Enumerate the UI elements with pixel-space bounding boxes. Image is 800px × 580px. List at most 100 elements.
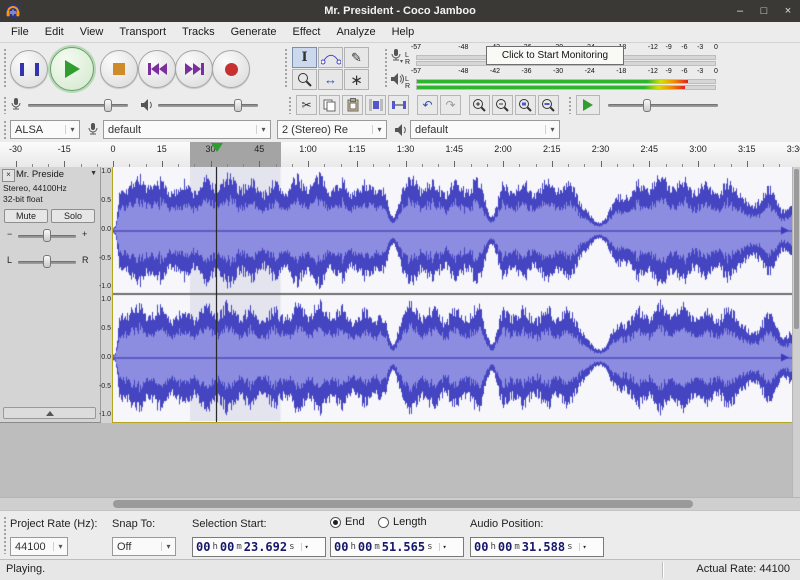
track-menu-arrow-icon[interactable]: ▼ [90, 170, 97, 177]
menu-edit[interactable]: Edit [37, 24, 72, 40]
length-radio-group[interactable]: Length [378, 516, 427, 528]
time-format-arrow-icon[interactable]: ▾ [579, 543, 587, 551]
record-volume-knob[interactable] [104, 99, 112, 112]
selection-end-timebox[interactable]: 00h 00m 51.565s ▾ [330, 537, 464, 557]
track-collapse-button[interactable] [3, 407, 96, 419]
play-speed-slider[interactable] [608, 104, 718, 107]
menu-view[interactable]: View [72, 24, 112, 40]
recording-meter[interactable]: L R -57-48-42-36-30-24-18-12-9-6-30 Clic… [390, 44, 742, 67]
zoom-out-button[interactable] [492, 95, 513, 115]
stereo-waveform[interactable] [113, 167, 792, 421]
menu-generate[interactable]: Generate [223, 24, 285, 40]
input-channels-select[interactable]: 2 (Stereo) Re ▾ [277, 120, 387, 139]
menu-effect[interactable]: Effect [285, 24, 329, 40]
copy-button[interactable] [319, 95, 340, 115]
horizontal-scrollbar-thumb[interactable] [113, 500, 693, 508]
end-radio-group[interactable]: End [330, 516, 365, 528]
timeline-tick-label: 2:30 [592, 144, 610, 154]
fit-selection-button[interactable] [515, 95, 536, 115]
tools-toolbar-grip[interactable] [284, 48, 288, 88]
trim-audio-button[interactable] [365, 95, 386, 115]
time-format-arrow-icon[interactable]: ▾ [439, 543, 447, 551]
transport-toolbar-grip[interactable] [3, 48, 7, 88]
menu-analyze[interactable]: Analyze [328, 24, 383, 40]
multi-tool-button[interactable]: ∗ [344, 69, 369, 90]
pan-right-label: R [82, 255, 89, 265]
audio-position-timebox[interactable]: 00h 00m 31.588s ▾ [470, 537, 604, 557]
skip-to-start-button[interactable] [138, 50, 176, 88]
playhead-triangle-icon[interactable] [211, 143, 223, 152]
horizontal-scrollbar[interactable] [0, 497, 800, 510]
pan-knob[interactable] [43, 255, 51, 268]
cut-button[interactable]: ✂ [296, 95, 317, 115]
menu-file[interactable]: File [3, 24, 37, 40]
playback-volume-slider[interactable] [158, 104, 258, 107]
input-device-select[interactable]: default ▾ [103, 120, 271, 139]
sel-end-minutes: 00 [358, 540, 372, 554]
paste-button[interactable] [342, 95, 363, 115]
meter-toolbar-grip[interactable] [384, 48, 388, 88]
gain-knob[interactable] [43, 229, 51, 242]
close-button[interactable]: × [776, 0, 800, 22]
timeline-tick [292, 164, 293, 167]
play-at-speed-button[interactable] [576, 95, 600, 115]
draw-tool-button[interactable]: ✎ [344, 47, 369, 68]
time-format-arrow-icon[interactable]: ▾ [301, 543, 309, 551]
redo-button[interactable]: ↷ [440, 95, 461, 115]
sel-start-seconds: 23.692 [244, 540, 287, 554]
track-title[interactable]: Mr. Preside [16, 169, 84, 180]
playback-meter[interactable]: L R -57-48-42-36-30-24-18-12-9-6-30 [390, 68, 742, 91]
selection-toolbar-grip[interactable] [3, 516, 7, 554]
timeshift-tool-button[interactable]: ↔ [318, 69, 343, 90]
monitoring-tooltip[interactable]: Click to Start Monitoring [486, 46, 624, 65]
fit-project-button[interactable] [538, 95, 559, 115]
vertical-scrollbar[interactable] [792, 167, 800, 497]
end-radio[interactable] [330, 517, 341, 528]
mute-button[interactable]: Mute [4, 209, 48, 223]
envelope-tool-button[interactable] [318, 47, 343, 68]
record-button[interactable] [212, 50, 250, 88]
ibeam-icon: I [301, 50, 307, 65]
menu-transport[interactable]: Transport [111, 24, 174, 40]
device-toolbar-grip[interactable] [3, 120, 7, 139]
silence-audio-button[interactable] [388, 95, 409, 115]
transcription-toolbar-grip[interactable] [568, 96, 572, 114]
zoom-in-button[interactable] [469, 95, 490, 115]
pause-button[interactable] [10, 50, 48, 88]
menu-tracks[interactable]: Tracks [174, 24, 223, 40]
solo-button[interactable]: Solo [51, 209, 95, 223]
edit-toolbar-grip[interactable] [288, 96, 292, 114]
zoom-tool-button[interactable] [292, 69, 317, 90]
hours-unit: h [212, 542, 217, 552]
output-device-select[interactable]: default ▾ [410, 120, 560, 139]
play-speed-knob[interactable] [643, 99, 651, 112]
mixer-toolbar-grip[interactable] [3, 96, 7, 114]
db-scale-label: -6 [681, 68, 687, 75]
selection-start-timebox[interactable]: 00h 00m 23.692s ▾ [192, 537, 326, 557]
timeline-ruler[interactable]: -30-1501530451:001:151:301:452:002:152:3… [0, 142, 800, 168]
playhead-line [216, 167, 217, 422]
playback-volume-knob[interactable] [234, 99, 242, 112]
maximize-button[interactable]: □ [752, 0, 776, 22]
fit-selection-icon [518, 98, 533, 113]
snap-to-select[interactable]: Off ▾ [112, 537, 176, 556]
stop-button[interactable] [100, 50, 138, 88]
length-radio[interactable] [378, 517, 389, 528]
vertical-scrollbar-thumb[interactable] [794, 169, 799, 329]
audio-host-select[interactable]: ALSA ▾ [10, 120, 80, 139]
minimize-button[interactable]: – [728, 0, 752, 22]
track-close-button[interactable]: × [2, 169, 15, 182]
timeline-tick [146, 164, 147, 167]
vruler-label: 0.5 [101, 325, 111, 332]
gain-plus-label: + [82, 229, 87, 239]
selection-tool-button[interactable]: I [292, 47, 317, 68]
status-bar: Playing. Actual Rate: 44100 [0, 559, 800, 580]
timeline-tick [48, 164, 49, 167]
play-level-left [417, 80, 688, 83]
menu-help[interactable]: Help [384, 24, 423, 40]
project-rate-select[interactable]: 44100 ▾ [10, 537, 68, 556]
skip-to-end-button[interactable] [175, 50, 213, 88]
undo-button[interactable]: ↶ [417, 95, 438, 115]
play-button[interactable] [50, 47, 94, 91]
record-volume-slider[interactable] [28, 104, 128, 107]
